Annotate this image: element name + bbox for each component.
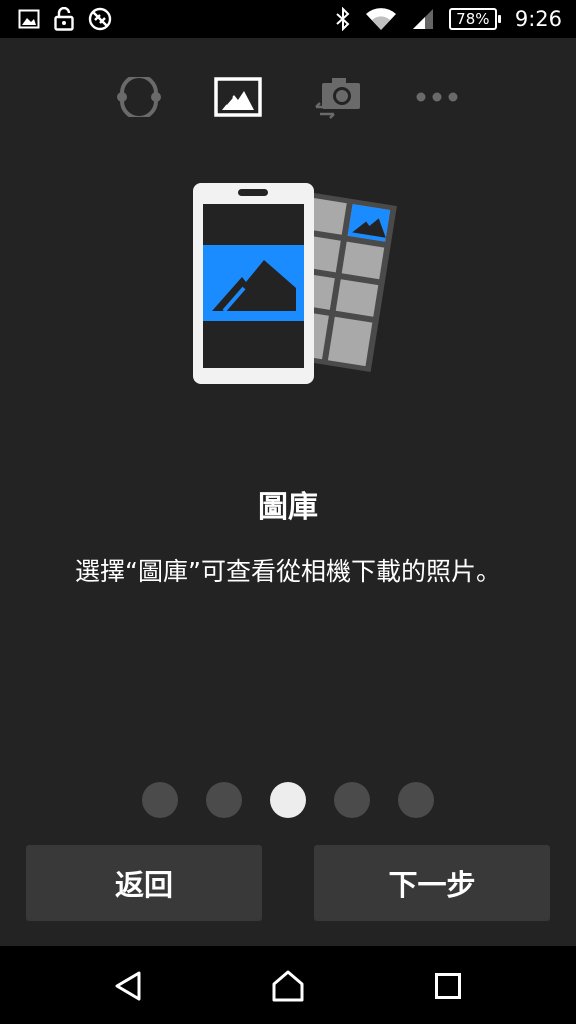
bluetooth-icon	[335, 7, 351, 31]
clock: 9:26	[514, 7, 562, 31]
gallery-illustration	[188, 178, 404, 390]
wifi-icon	[365, 7, 397, 31]
nav-recents-icon[interactable]	[426, 964, 470, 1008]
page-dot-4[interactable]	[334, 782, 370, 818]
more-icon[interactable]	[410, 70, 464, 124]
blocked-sync-icon	[88, 7, 112, 31]
page-dot-1[interactable]	[142, 782, 178, 818]
page-dot-3-active[interactable]	[270, 782, 306, 818]
nav-back-icon[interactable]	[106, 964, 150, 1008]
page-dot-2[interactable]	[206, 782, 242, 818]
next-button[interactable]: 下一步	[314, 845, 550, 921]
camera-switch-icon[interactable]	[311, 70, 365, 124]
lock-open-icon	[54, 7, 74, 31]
navigation-bar	[0, 946, 576, 1024]
pagination-dots	[0, 782, 576, 818]
image-notification-icon	[18, 9, 40, 29]
page-title: 圖庫	[258, 490, 318, 525]
nav-home-icon[interactable]	[266, 964, 310, 1008]
next-button-label: 下一步	[388, 868, 476, 902]
back-button-label: 返回	[114, 868, 173, 902]
battery-indicator: 78%	[448, 8, 501, 30]
signal-icon	[411, 7, 435, 31]
page-dot-5[interactable]	[398, 782, 434, 818]
back-button[interactable]: 返回	[26, 845, 262, 921]
sync-icon[interactable]	[112, 70, 166, 124]
page-description: 選擇“圖庫”可查看從相機下載的照片。	[75, 557, 501, 586]
mode-selector	[0, 70, 576, 124]
battery-percent: 78%	[456, 9, 490, 28]
gallery-icon[interactable]	[211, 70, 265, 124]
status-bar: 78% 9:26	[0, 0, 576, 38]
